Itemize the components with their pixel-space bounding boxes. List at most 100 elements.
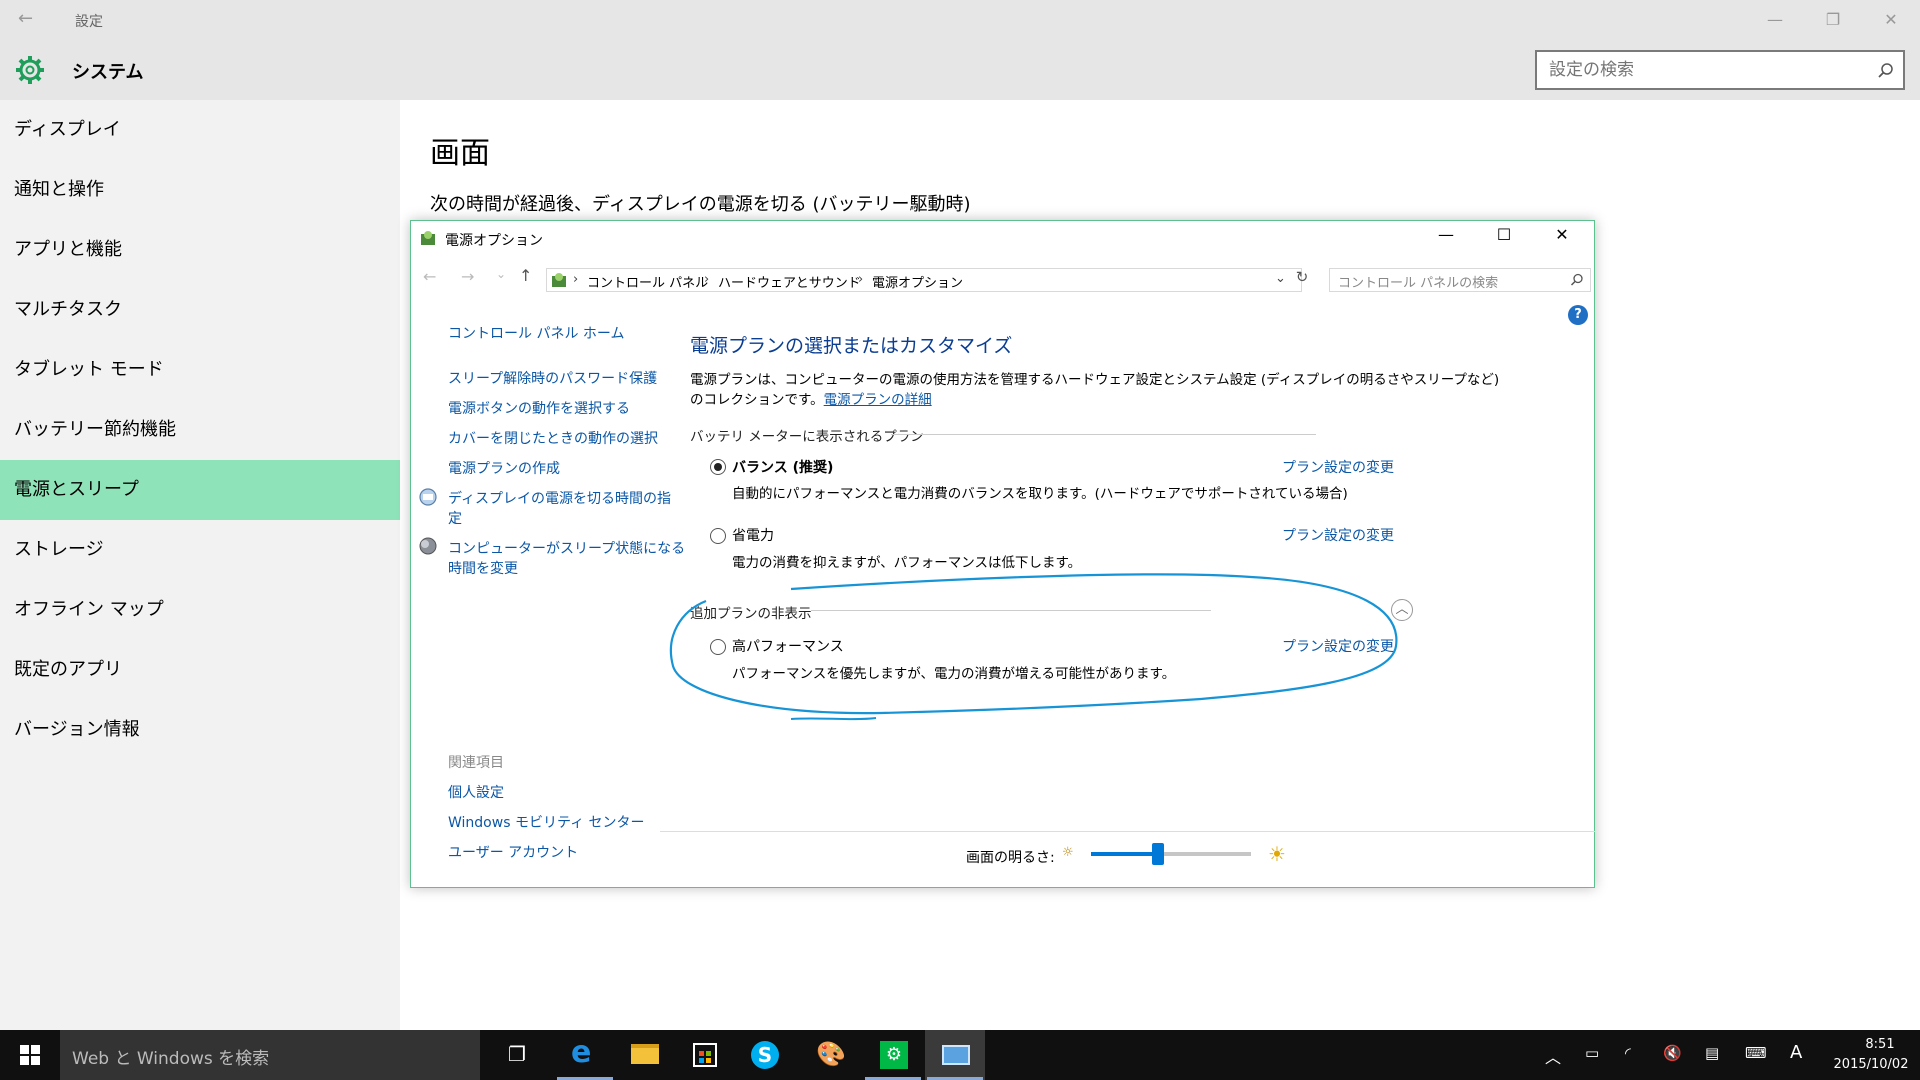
brightness-low-icon: ☼ [1062, 845, 1074, 860]
settings-app[interactable]: ⚙ [863, 1030, 923, 1080]
sidebar-item[interactable]: 電源とスリープ [0, 460, 400, 520]
sidebar-item[interactable]: ストレージ [0, 520, 400, 580]
nav-history-icon[interactable]: ⌄ [496, 267, 506, 281]
related-link[interactable]: Windows モビリティ センター [448, 812, 645, 832]
search-icon[interactable] [1570, 273, 1584, 287]
sidebar-item[interactable]: アプリと機能 [0, 220, 400, 280]
nav-back-icon[interactable]: ← [423, 267, 436, 286]
plan-powersaver-radio[interactable] [710, 528, 726, 544]
start-button[interactable] [0, 1030, 60, 1080]
cp-home-link[interactable]: コントロール パネル ホーム [448, 323, 624, 343]
nav-link[interactable]: ディスプレイの電源を切る時間の指 [448, 488, 671, 508]
sidebar-item[interactable]: タブレット モード [0, 340, 400, 400]
power-window-title: 電源オプション [445, 233, 543, 249]
page-title: 画面 [430, 136, 490, 171]
settings-search-input[interactable] [1537, 52, 1867, 88]
plan-balanced-radio[interactable] [710, 459, 726, 475]
cp-search-box[interactable]: コントロール パネルの検索 [1329, 268, 1591, 292]
related-link[interactable]: 個人設定 [448, 782, 504, 802]
battery-plans-heading: バッテリ メーターに表示されるプラン [690, 429, 924, 445]
network-icon[interactable]: ◜ [1625, 1044, 1631, 1062]
sidebar-item[interactable]: 既定のアプリ [0, 640, 400, 700]
nav-link[interactable]: 時間を変更 [448, 558, 518, 578]
plan-balanced-name[interactable]: バランス (推奨) [732, 457, 833, 477]
brightness-slider-track[interactable] [1091, 843, 1251, 865]
address-bar[interactable]: › コントロール パネル › ハードウェアとサウンド › 電源オプション ⌄ [546, 268, 1302, 292]
pw-maximize-button[interactable]: ☐ [1489, 225, 1519, 244]
edge-app[interactable]: e [555, 1030, 615, 1080]
nav-link[interactable]: 電源プランの作成 [448, 458, 560, 478]
taskbar-search-box[interactable]: Web と Windows を検索 [60, 1030, 480, 1080]
window-title: 設定 [75, 14, 103, 30]
section-divider [891, 434, 1316, 435]
close-button[interactable]: ✕ [1876, 10, 1906, 29]
sidebar-item[interactable]: バッテリー節約機能 [0, 400, 400, 460]
store-bag-icon [693, 1043, 717, 1067]
settings-gear-icon: ⚙ [880, 1041, 908, 1069]
explorer-app[interactable] [615, 1030, 675, 1080]
skype-app[interactable]: S [735, 1030, 795, 1080]
power-options-window: 電源オプション — ☐ ✕ ← → ⌄ ↑ › コントロール パネル › ハード… [410, 220, 1595, 888]
nav-up-icon[interactable]: ↑ [519, 266, 532, 285]
pw-minimize-button[interactable]: — [1431, 225, 1461, 244]
power-plan-details-link[interactable]: 電源プランの詳細 [824, 392, 932, 408]
pen-annotation-ellipse [669, 573, 1398, 721]
cp-search-placeholder[interactable]: コントロール パネルの検索 [1338, 272, 1498, 291]
search-icon[interactable] [1877, 62, 1895, 80]
volume-muted-icon[interactable]: 🔇 [1663, 1044, 1682, 1062]
paint-app[interactable]: 🎨 [800, 1030, 860, 1080]
battery-icon[interactable]: ▭ [1585, 1044, 1599, 1062]
related-link[interactable]: ユーザー アカウント [448, 842, 578, 862]
control-panel-icon [942, 1045, 970, 1065]
minimize-button[interactable]: — [1760, 10, 1790, 29]
sleep-moon-icon [419, 537, 437, 555]
show-hidden-icons-icon[interactable]: ︿ [1545, 1044, 1561, 1068]
power-options-icon [421, 231, 435, 245]
touch-keyboard-icon[interactable]: ⌨ [1745, 1044, 1767, 1062]
nav-link[interactable]: コンピューターがスリープ状態になる [448, 538, 685, 558]
description-prefix: のコレクションです。 [690, 392, 824, 408]
nav-link[interactable]: 定 [448, 508, 462, 528]
plan-settings-link[interactable]: プラン設定の変更 [1282, 525, 1394, 545]
nav-link[interactable]: スリープ解除時のパスワード保護 [448, 368, 657, 388]
taskbar-search-placeholder[interactable]: Web と Windows を検索 [72, 1044, 269, 1069]
control-panel-icon [552, 273, 566, 287]
clock-date[interactable]: 2015/10/02 [1822, 1057, 1920, 1072]
breadcrumb-item[interactable]: ハードウェアとサウンド [718, 272, 861, 291]
refresh-icon[interactable]: ↻ [1291, 268, 1313, 292]
windows-logo-icon [20, 1045, 40, 1065]
main-description-2: のコレクションです。電源プランの詳細 [690, 388, 932, 408]
plan-powersaver-desc: 電力の消費を抑えますが、パフォーマンスは低下します。 [732, 555, 1082, 571]
restore-button[interactable]: ❐ [1818, 10, 1848, 29]
sidebar-item[interactable]: バージョン情報 [0, 700, 400, 760]
sidebar-item[interactable]: ディスプレイ [0, 100, 400, 160]
plan-settings-link[interactable]: プラン設定の変更 [1282, 457, 1394, 477]
ime-indicator[interactable]: A [1790, 1042, 1802, 1063]
nav-forward-icon[interactable]: → [461, 267, 474, 286]
action-center-icon[interactable]: ▤ [1705, 1044, 1719, 1062]
task-view-button[interactable]: ❐ [490, 1030, 550, 1080]
sidebar-item[interactable]: オフライン マップ [0, 580, 400, 640]
breadcrumb-item[interactable]: 電源オプション [872, 272, 963, 291]
plan-powersaver-name[interactable]: 省電力 [732, 525, 774, 545]
breadcrumb-sep-icon: › [704, 272, 710, 287]
clock-time[interactable]: 8:51 [1840, 1037, 1920, 1052]
settings-search[interactable] [1535, 50, 1905, 90]
help-icon[interactable]: ? [1568, 305, 1588, 325]
brightness-slider-fill [1091, 852, 1159, 856]
breadcrumb-sep-icon: › [858, 272, 864, 287]
control-panel-app[interactable] [925, 1030, 985, 1080]
nav-link[interactable]: 電源ボタンの動作を選択する [448, 398, 630, 418]
footer-divider [660, 831, 1595, 832]
sidebar-item[interactable]: 通知と操作 [0, 160, 400, 220]
pw-close-button[interactable]: ✕ [1547, 225, 1577, 244]
brightness-slider-thumb[interactable] [1152, 843, 1165, 865]
store-app[interactable] [675, 1030, 735, 1080]
settings-titlebar: ← 設定 — ❐ ✕ [0, 0, 1920, 40]
breadcrumb-sep-icon: › [573, 272, 579, 287]
back-icon[interactable]: ← [18, 8, 33, 29]
sidebar-item[interactable]: マルチタスク [0, 280, 400, 340]
nav-link[interactable]: カバーを閉じたときの動作の選択 [448, 428, 658, 448]
address-dropdown-icon[interactable]: ⌄ [1275, 271, 1286, 286]
breadcrumb-item[interactable]: コントロール パネル [587, 272, 708, 291]
